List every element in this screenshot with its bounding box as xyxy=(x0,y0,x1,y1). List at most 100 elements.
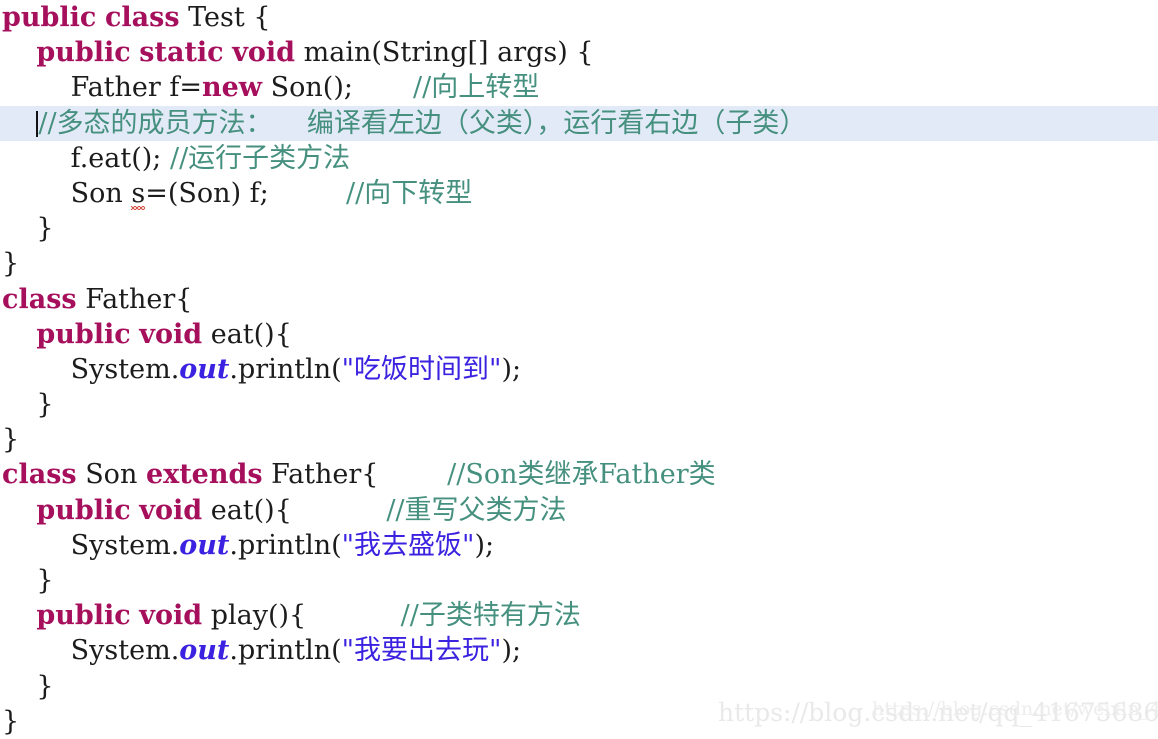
token-punctuation: { xyxy=(244,2,271,33)
code-line[interactable]: public void eat(){ xyxy=(0,317,1158,352)
token-keyword: void xyxy=(139,318,203,350)
token-string: "我去盛饭" xyxy=(341,529,475,561)
token-punctuation xyxy=(306,600,400,631)
token-keyword: new xyxy=(202,72,263,104)
code-line[interactable]: class Son extends Father{ //Son类继承Father… xyxy=(0,457,1158,492)
token-identifier: .println( xyxy=(229,529,342,561)
token-punctuation xyxy=(224,37,233,68)
code-line[interactable]: public class Test { xyxy=(0,0,1158,35)
token-keyword: public xyxy=(36,318,131,350)
token-identifier: =(Son) f; xyxy=(145,177,269,209)
token-punctuation xyxy=(161,143,170,174)
token-punctuation xyxy=(131,600,140,631)
token-identifier: Son xyxy=(70,177,132,209)
token-keyword: class xyxy=(104,2,180,33)
token-punctuation: } xyxy=(2,565,54,596)
token-punctuation xyxy=(263,459,272,490)
code-line[interactable]: System.out.println("我去盛饭"); xyxy=(0,528,1158,563)
token-identifier: Father{ xyxy=(85,283,193,315)
code-line[interactable]: public void play(){ //子类特有方法 xyxy=(0,598,1158,633)
token-punctuation: } xyxy=(2,389,54,421)
token-punctuation xyxy=(269,178,346,209)
token-identifier: ); xyxy=(501,635,522,667)
token-comment: //向上转型 xyxy=(413,72,540,104)
code-line[interactable]: } xyxy=(0,422,1158,457)
token-identifier: Son xyxy=(85,459,138,491)
code-line[interactable]: public static void main(String[] args) { xyxy=(0,35,1158,70)
token-static-field: out xyxy=(179,353,230,385)
token-punctuation xyxy=(137,459,146,490)
code-line[interactable]: } xyxy=(0,563,1158,598)
code-line[interactable]: Father f=new Son(); //向上转型 xyxy=(0,70,1158,105)
token-punctuation xyxy=(2,495,36,526)
token-punctuation: } xyxy=(2,705,20,737)
token-identifier: ); xyxy=(501,353,522,385)
token-identifier: .println( xyxy=(229,353,342,385)
token-punctuation xyxy=(180,2,189,33)
token-keyword: void xyxy=(139,600,203,632)
code-line-current[interactable]: //多态的成员方法： 编译看左边（父类），运行看右边（子类） xyxy=(0,105,1158,141)
token-keyword: public xyxy=(36,600,131,632)
token-punctuation: } xyxy=(2,248,20,280)
token-identifier: main(String[] args) { xyxy=(303,37,594,69)
code-line[interactable]: } xyxy=(0,387,1158,422)
token-comment: //Son类继承Father类 xyxy=(447,459,716,491)
code-editor[interactable]: https://blog.csdn.net/qq_41675686 https:… xyxy=(0,0,1158,737)
code-line[interactable]: } xyxy=(0,704,1158,739)
token-keyword: class xyxy=(2,283,77,315)
token-punctuation xyxy=(2,108,36,139)
code-line[interactable]: public void eat(){ //重写父类方法 xyxy=(0,493,1158,528)
code-line[interactable]: } xyxy=(0,669,1158,704)
code-content[interactable]: public class Test { public static void m… xyxy=(0,0,1158,737)
token-punctuation xyxy=(96,2,105,33)
token-identifier: ); xyxy=(474,529,495,561)
code-line[interactable]: } xyxy=(0,246,1158,281)
code-line[interactable]: System.out.println("我要出去玩"); xyxy=(0,633,1158,668)
token-punctuation: } xyxy=(2,213,54,245)
token-punctuation xyxy=(2,530,71,561)
token-keyword: void xyxy=(139,494,203,526)
token-identifier: s xyxy=(131,176,145,211)
token-comment: //运行子类方法 xyxy=(169,142,351,174)
token-keyword: public xyxy=(36,494,131,526)
token-identifier: System. xyxy=(70,529,180,561)
token-static-field: out xyxy=(179,529,230,561)
token-punctuation xyxy=(2,600,36,631)
token-identifier: Father f= xyxy=(70,72,202,104)
token-punctuation xyxy=(2,319,36,350)
code-line[interactable]: } xyxy=(0,211,1158,246)
token-identifier: eat(){ xyxy=(210,494,292,526)
code-line[interactable]: class Father{ xyxy=(0,282,1158,317)
token-comment: //向下转型 xyxy=(346,177,473,209)
token-identifier: f.eat(); xyxy=(70,142,162,174)
token-punctuation xyxy=(2,37,36,68)
token-identifier: .println( xyxy=(229,635,342,667)
token-keyword: public xyxy=(36,37,131,69)
code-line[interactable]: Son s=(Son) f; //向下转型 xyxy=(0,176,1158,211)
token-identifier: System. xyxy=(70,635,180,667)
token-punctuation xyxy=(202,600,211,631)
token-string: "我要出去玩" xyxy=(341,635,502,667)
token-keyword: class xyxy=(2,459,77,491)
code-line[interactable]: System.out.println("吃饭时间到"); xyxy=(0,352,1158,387)
token-keyword: extends xyxy=(145,459,263,491)
token-punctuation xyxy=(77,459,86,490)
token-punctuation xyxy=(2,354,71,385)
token-punctuation xyxy=(131,495,140,526)
token-punctuation xyxy=(262,72,271,103)
code-line[interactable]: f.eat(); //运行子类方法 xyxy=(0,141,1158,176)
token-string: "吃饭时间到" xyxy=(341,353,502,385)
token-punctuation xyxy=(295,37,304,68)
token-punctuation: } xyxy=(2,424,20,456)
token-identifier: eat(){ xyxy=(210,318,292,350)
token-keyword: public xyxy=(2,2,97,33)
token-punctuation xyxy=(77,284,86,315)
token-punctuation xyxy=(2,143,71,174)
token-punctuation xyxy=(2,635,71,666)
token-keyword: static xyxy=(139,37,224,69)
token-identifier: Father{ xyxy=(271,459,379,491)
token-punctuation xyxy=(378,459,447,490)
token-identifier: play(){ xyxy=(210,600,307,632)
token-punctuation xyxy=(2,72,71,103)
token-static-field: out xyxy=(179,635,230,667)
